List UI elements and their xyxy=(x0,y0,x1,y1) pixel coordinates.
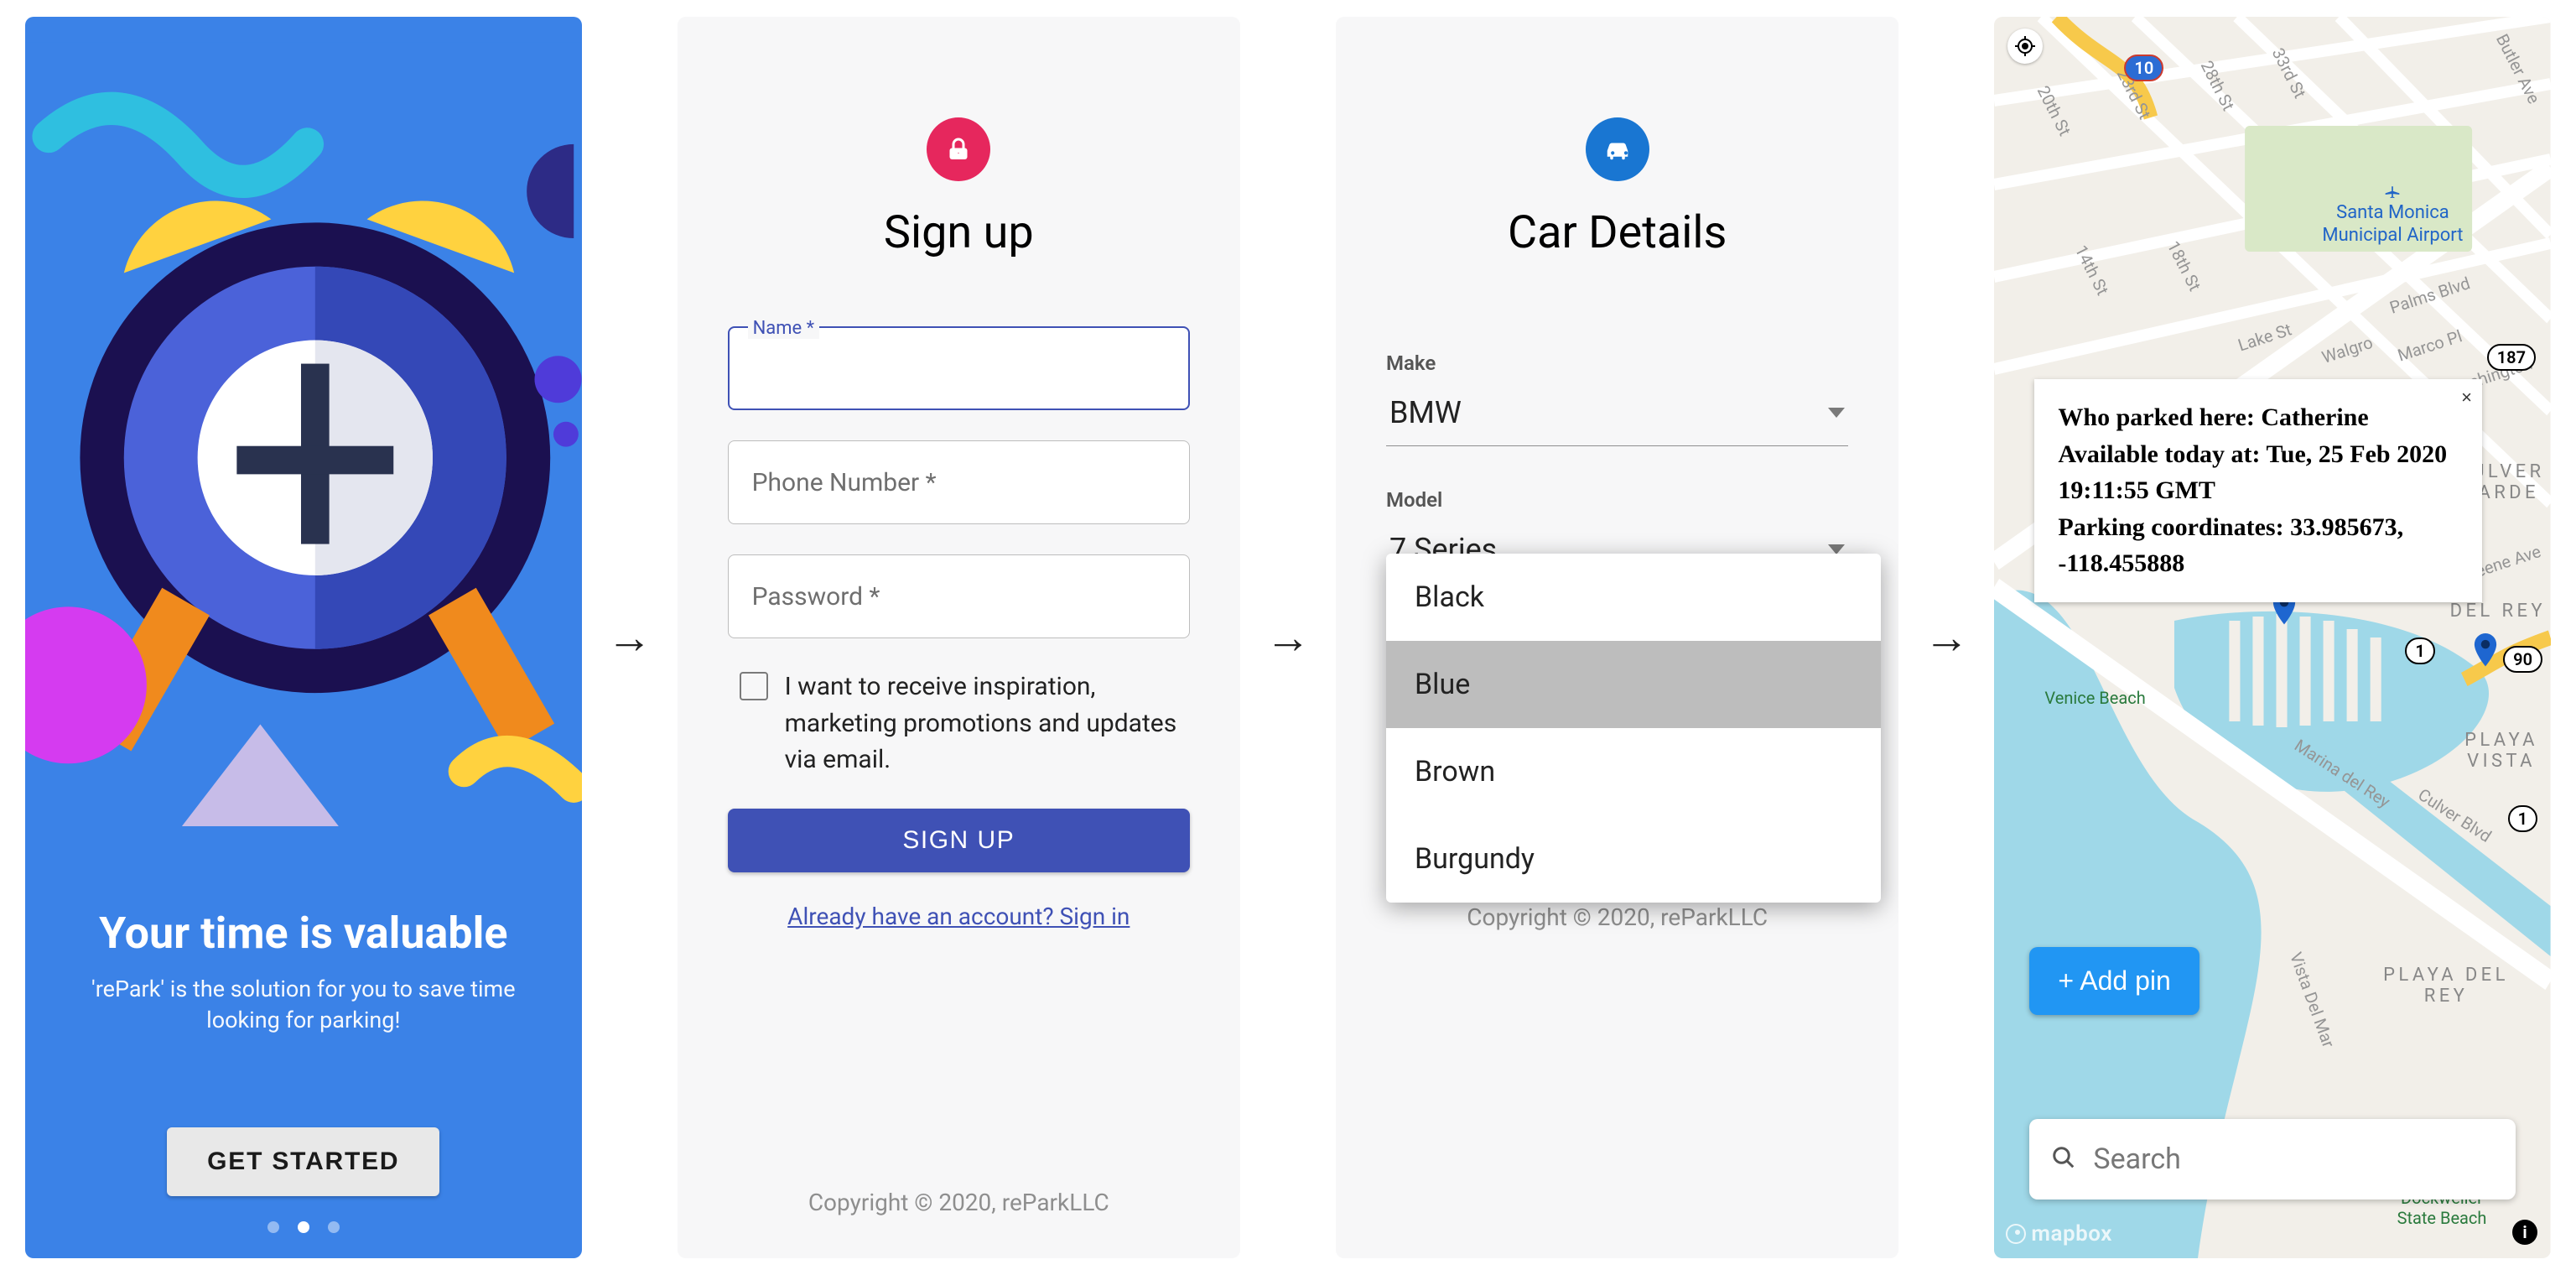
color-option[interactable]: Black xyxy=(1386,554,1881,641)
area-label: DEL REY xyxy=(2450,601,2546,622)
welcome-subtitle: 'rePark' is the solution for you to save… xyxy=(69,974,538,1035)
password-placeholder: Password * xyxy=(752,582,880,611)
marketing-opt-in: I want to receive inspiration, marketing… xyxy=(728,669,1190,778)
popup-coord-label: Parking coordinates: xyxy=(2058,513,2283,541)
popup-who-label: Who parked here: xyxy=(2058,403,2254,431)
name-label: Name * xyxy=(748,318,820,339)
color-option[interactable]: Burgundy xyxy=(1386,815,1881,903)
color-dropdown: Black Blue Brown Burgundy xyxy=(1386,554,1881,903)
arrow-icon: → xyxy=(1924,611,1969,664)
signup-form: Name * Phone Number * Password * I want … xyxy=(728,326,1190,930)
marketing-checkbox[interactable] xyxy=(740,672,768,700)
signup-heading: Sign up xyxy=(884,206,1034,259)
make-select-trigger[interactable]: BMW xyxy=(1386,387,1848,446)
pager-dot[interactable] xyxy=(328,1221,340,1233)
lock-icon xyxy=(927,117,990,181)
parking-popup: × Who parked here: Catherine Available t… xyxy=(2034,379,2482,602)
route-badge: 90 xyxy=(2503,646,2542,673)
search-icon xyxy=(2051,1145,2076,1174)
search-input[interactable]: Search xyxy=(2029,1119,2516,1200)
car-details-heading: Car Details xyxy=(1508,206,1727,259)
signin-link[interactable]: Already have an account? Sign in xyxy=(728,903,1190,930)
make-label: Make xyxy=(1386,351,1848,375)
map-screen: Santa Monica Municipal Airport 10 187 1 … xyxy=(1994,17,2551,1258)
info-icon[interactable]: i xyxy=(2512,1220,2537,1245)
name-field[interactable]: Name * xyxy=(728,326,1190,410)
get-started-button[interactable]: GET STARTED xyxy=(167,1127,439,1196)
marketing-text: I want to receive inspiration, marketing… xyxy=(785,669,1178,778)
make-value: BMW xyxy=(1389,395,1462,430)
arrow-icon: → xyxy=(607,611,652,664)
phone-placeholder: Phone Number * xyxy=(752,468,937,497)
arrow-icon: → xyxy=(1265,611,1311,664)
route-badge: 1 xyxy=(2405,638,2434,664)
phone-field[interactable]: Phone Number * xyxy=(728,440,1190,524)
car-icon xyxy=(1586,117,1649,181)
poi-label: Venice Beach xyxy=(2044,688,2145,708)
popup-avail-label: Available today at: xyxy=(2058,440,2260,468)
model-label: Model xyxy=(1386,488,1848,512)
area-label: PLAYA DEL REY xyxy=(2383,965,2509,1007)
map-pin[interactable] xyxy=(2472,633,2499,669)
copyright: Copyright © 2020, reParkLLC xyxy=(678,1189,1240,1216)
signup-screen: Sign up Name * Phone Number * Password *… xyxy=(678,17,1240,1258)
pager-dot[interactable] xyxy=(267,1221,279,1233)
welcome-title: Your time is valuable xyxy=(99,908,507,959)
pager-dot[interactable] xyxy=(298,1221,309,1233)
welcome-illustration xyxy=(25,17,582,891)
airport-label: Santa Monica Municipal Airport xyxy=(2304,180,2480,247)
search-placeholder: Search xyxy=(2093,1142,2180,1176)
chevron-down-icon xyxy=(1828,408,1845,418)
welcome-caption: Your time is valuable 'rePark' is the so… xyxy=(25,891,582,1258)
pager-dots xyxy=(267,1221,340,1233)
area-label: PLAYA VISTA xyxy=(2447,730,2551,772)
color-option[interactable]: Blue xyxy=(1386,641,1881,728)
route-badge: 187 xyxy=(2487,344,2536,371)
password-field[interactable]: Password * xyxy=(728,554,1190,638)
car-details-screen: Car Details Make BMW Model 7 Series Colo… xyxy=(1336,17,1898,1258)
make-select: Make BMW xyxy=(1386,351,1848,446)
welcome-screen: Your time is valuable 'rePark' is the so… xyxy=(25,17,582,1258)
color-option[interactable]: Brown xyxy=(1386,728,1881,815)
route-badge: 1 xyxy=(2508,805,2537,832)
add-pin-button[interactable]: + Add pin xyxy=(2029,947,2199,1015)
signup-button[interactable]: SIGN UP xyxy=(728,809,1190,872)
copyright: Copyright © 2020, reParkLLC xyxy=(1336,903,1898,931)
close-icon[interactable]: × xyxy=(2461,384,2472,411)
popup-who-value: Catherine xyxy=(2261,403,2368,431)
interstate-badge: 10 xyxy=(2124,55,2163,81)
mapbox-logo: mapbox xyxy=(2006,1221,2112,1246)
